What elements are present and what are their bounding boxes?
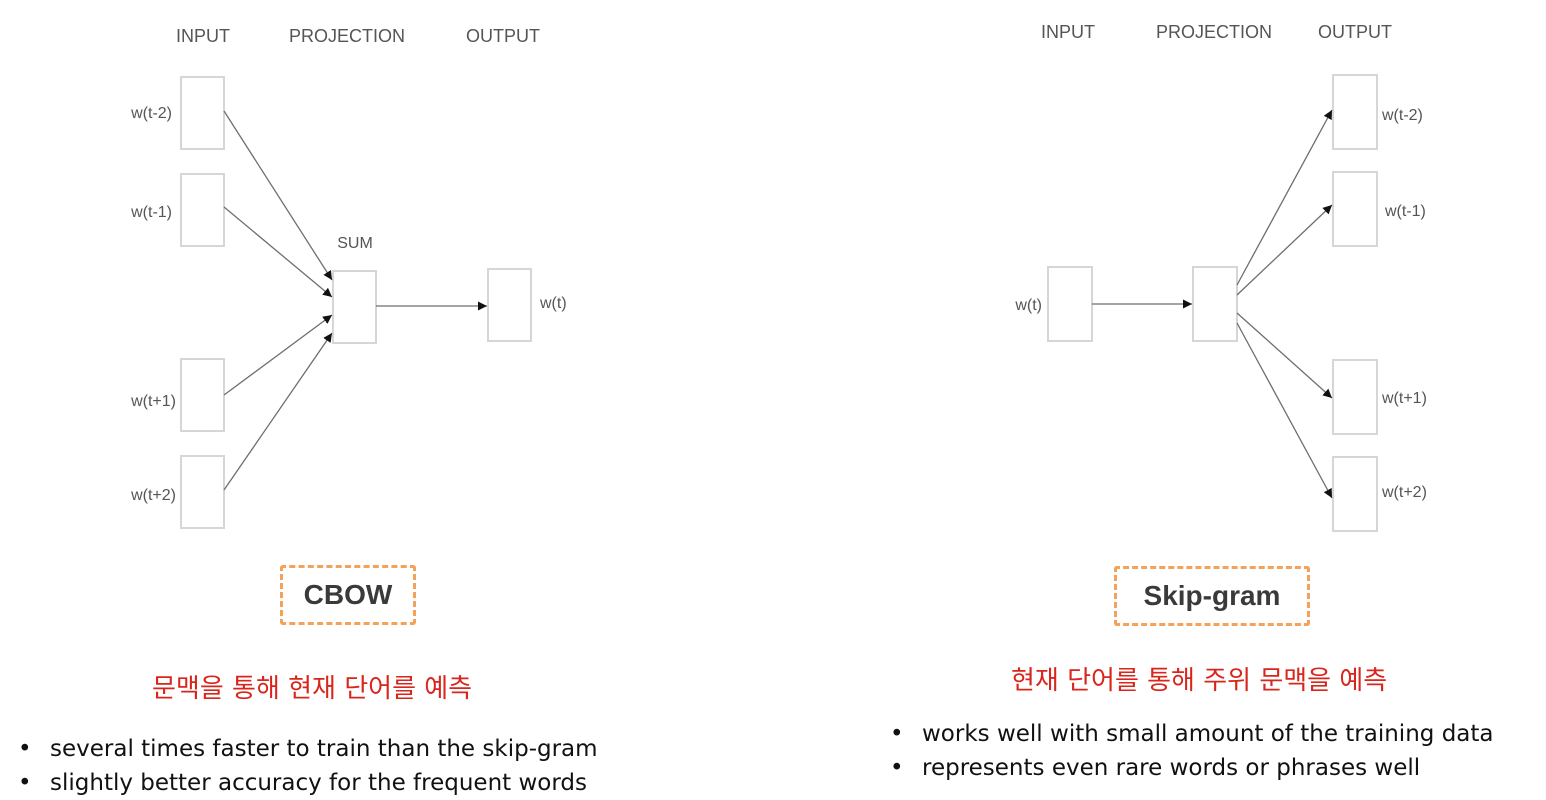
skipgram-output-label: w(t-1)	[1384, 203, 1426, 220]
cbow-title: CBOW	[280, 565, 416, 625]
skipgram-input-label: w(t)	[1014, 297, 1042, 314]
cbow-output-node	[487, 268, 532, 342]
skipgram-output-header: OUTPUT	[1318, 22, 1392, 42]
skipgram-edge	[1236, 322, 1333, 499]
skipgram-input-node	[1047, 266, 1093, 342]
cbow-input-node	[180, 358, 225, 432]
cbow-input-label: w(t+2)	[130, 487, 176, 504]
skipgram-output-node	[1332, 359, 1378, 435]
cbow-bullet: several times faster to train than the s…	[14, 732, 598, 766]
skipgram-output-label: w(t+1)	[1381, 390, 1427, 407]
skipgram-bullet: works well with small amount of the trai…	[886, 717, 1494, 751]
skipgram-output-label: w(t+2)	[1381, 484, 1427, 501]
skipgram-output-node	[1332, 456, 1378, 532]
skipgram-projection-node	[1192, 266, 1238, 342]
skipgram-output-node	[1332, 74, 1378, 150]
skipgram-diagram: INPUT PROJECTION OUTPUT w(t) w(t-2) w(t-…	[1014, 22, 1427, 532]
cbow-edge	[223, 110, 333, 281]
cbow-edge	[223, 332, 333, 491]
cbow-bullet-list: several times faster to train than the s…	[14, 732, 598, 800]
cbow-input-label: w(t-1)	[130, 204, 172, 221]
skipgram-bullet-list: works well with small amount of the trai…	[886, 717, 1494, 785]
cbow-projection-node	[332, 270, 377, 344]
skipgram-edge	[1236, 109, 1333, 286]
cbow-input-header: INPUT	[176, 26, 230, 46]
cbow-input-node	[180, 455, 225, 529]
skipgram-input-header: INPUT	[1041, 22, 1095, 42]
cbow-output-header: OUTPUT	[466, 26, 540, 46]
cbow-sum-label: SUM	[337, 235, 373, 252]
cbow-edge	[223, 206, 333, 298]
skipgram-output-label: w(t-2)	[1381, 107, 1423, 124]
skipgram-description: 현재 단어를 통해 주위 문맥을 예측	[1011, 666, 1388, 696]
skipgram-projection-header: PROJECTION	[1156, 22, 1272, 42]
skipgram-edge	[1236, 312, 1333, 399]
cbow-projection-header: PROJECTION	[289, 26, 405, 46]
skipgram-edge	[1236, 204, 1333, 296]
cbow-input-node	[180, 173, 225, 247]
cbow-description: 문맥을 통해 현재 단어를 예측	[152, 674, 473, 704]
cbow-input-node	[180, 76, 225, 150]
skipgram-bullet: represents even rare words or phrases we…	[886, 751, 1494, 785]
cbow-input-label: w(t-2)	[130, 105, 172, 122]
cbow-diagram: INPUT PROJECTION OUTPUT w(t-2) w(t-1) w(…	[130, 26, 567, 529]
cbow-edge	[223, 314, 333, 396]
cbow-input-label: w(t+1)	[130, 393, 176, 410]
skipgram-output-node	[1332, 171, 1378, 247]
cbow-output-label: w(t)	[539, 295, 567, 312]
cbow-bullet: slightly better accuracy for the frequen…	[14, 766, 598, 800]
skipgram-title: Skip-gram	[1114, 566, 1310, 626]
